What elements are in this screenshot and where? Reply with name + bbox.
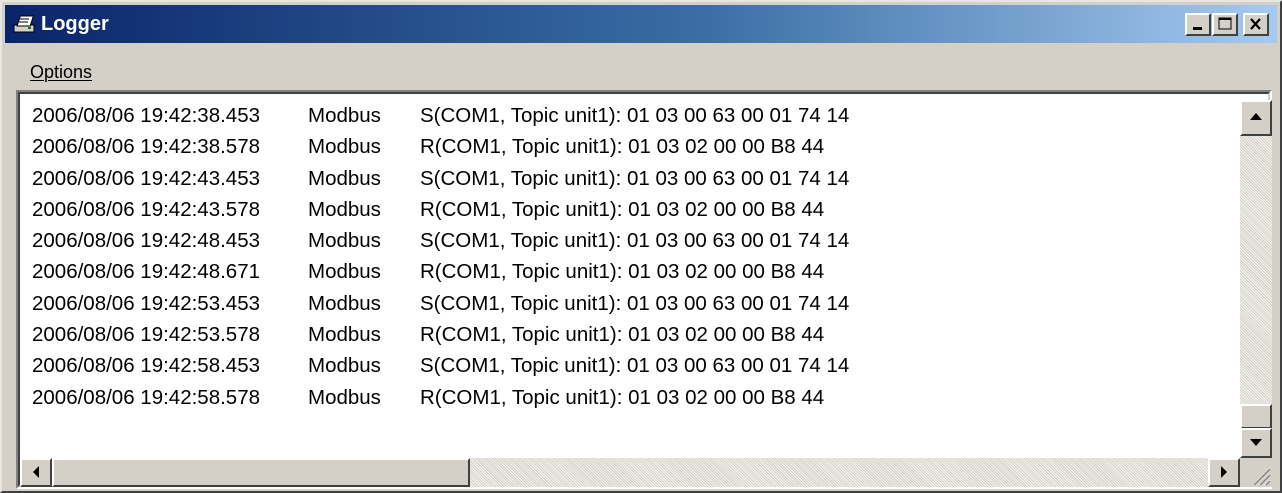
close-button[interactable] (1243, 13, 1269, 36)
log-list: 2006/08/06 19:42:38.453 Modbus S(COM1, Top… (32, 100, 1232, 413)
log-source: Modbus (308, 260, 381, 284)
log-row[interactable]: 2006/08/06 19:42:38.453 Modbus S(COM1, Top… (32, 100, 1232, 131)
vertical-scroll-thumb[interactable] (1240, 404, 1272, 429)
minimize-button[interactable] (1185, 13, 1211, 36)
log-row[interactable]: 2006/08/06 19:42:38.578 Modbus R(COM1, Top… (32, 131, 1232, 162)
log-source: Modbus (308, 323, 381, 347)
log-message: S(COM1, Topic unit1): 01 03 00 63 00 01 … (420, 166, 850, 190)
log-row[interactable]: 2006/08/06 19:42:58.578 Modbus R(COM1, Top… (32, 382, 1232, 413)
log-source: Modbus (308, 197, 381, 221)
log-message: S(COM1, Topic unit1): 01 03 00 63 00 01 … (420, 291, 850, 315)
arrow-down-icon (1250, 439, 1262, 446)
log-source: Modbus (308, 135, 381, 159)
log-source: Modbus (308, 166, 381, 190)
log-source: Modbus (308, 291, 381, 315)
log-message: S(COM1, Topic unit1): 01 03 00 63 00 01 … (420, 354, 850, 378)
logger-app-icon[interactable] (13, 14, 35, 34)
resize-grip[interactable] (1240, 458, 1272, 487)
log-source: Modbus (308, 104, 381, 127)
window-title: Logger (41, 13, 109, 35)
scroll-down-button[interactable] (1240, 428, 1272, 458)
log-row[interactable]: 2006/08/06 19:42:53.453 Modbus S(COM1, Top… (32, 288, 1232, 319)
maximize-button[interactable] (1212, 13, 1238, 36)
log-message: R(COM1, Topic unit1): 01 03 02 00 00 B8 … (420, 260, 825, 284)
horizontal-scroll-thumb[interactable] (52, 458, 470, 487)
log-timestamp: 2006/08/06 19:42:48.671 (32, 260, 260, 284)
scroll-up-button[interactable] (1240, 100, 1272, 136)
arrow-up-icon (1250, 113, 1262, 120)
menu-bar: Options (5, 56, 1277, 86)
log-message: R(COM1, Topic unit1): 01 03 02 00 00 B8 … (420, 197, 825, 221)
scroll-right-button[interactable] (1208, 458, 1240, 487)
log-source: Modbus (308, 385, 381, 409)
arrow-left-icon (33, 466, 39, 478)
log-row[interactable]: 2006/08/06 19:42:43.578 Modbus R(COM1, Top… (32, 194, 1232, 225)
log-timestamp: 2006/08/06 19:42:58.578 (32, 385, 260, 409)
log-timestamp: 2006/08/06 19:42:38.453 (32, 104, 260, 127)
log-message: R(COM1, Topic unit1): 01 03 02 00 00 B8 … (420, 323, 825, 347)
log-timestamp: 2006/08/06 19:42:43.453 (32, 166, 260, 190)
log-message: S(COM1, Topic unit1): 01 03 00 63 00 01 … (420, 229, 850, 253)
log-timestamp: 2006/08/06 19:42:53.578 (32, 323, 260, 347)
log-source: Modbus (308, 354, 381, 378)
log-row[interactable]: 2006/08/06 19:42:43.453 Modbus S(COM1, Top… (32, 163, 1232, 194)
minimize-icon (1193, 27, 1202, 30)
resize-grip-icon (1252, 467, 1271, 486)
log-row[interactable]: 2006/08/06 19:42:53.578 Modbus R(COM1, Top… (32, 319, 1232, 350)
scroll-left-button[interactable] (20, 458, 52, 487)
log-timestamp: 2006/08/06 19:42:53.453 (32, 291, 260, 315)
menu-options[interactable]: Options (30, 61, 92, 83)
log-source: Modbus (308, 229, 381, 253)
log-row[interactable]: 2006/08/06 19:42:58.453 Modbus S(COM1, Top… (32, 350, 1232, 381)
log-timestamp: 2006/08/06 19:42:48.453 (32, 229, 260, 253)
log-message: R(COM1, Topic unit1): 01 03 02 00 00 B8 … (420, 135, 825, 159)
logger-window: Logger Options 2006/08/06 19:42:38.453 Mo… (0, 0, 1282, 493)
arrow-right-icon (1221, 466, 1227, 478)
close-icon (1250, 18, 1261, 30)
log-row[interactable]: 2006/08/06 19:42:48.671 Modbus R(COM1, Top… (32, 256, 1232, 287)
log-message: R(COM1, Topic unit1): 01 03 02 00 00 B8 … (420, 385, 825, 409)
log-timestamp: 2006/08/06 19:42:38.578 (32, 135, 260, 159)
title-bar[interactable]: Logger (5, 5, 1277, 43)
log-timestamp: 2006/08/06 19:42:58.453 (32, 354, 260, 378)
log-message: S(COM1, Topic unit1): 01 03 00 63 00 01 … (420, 104, 850, 127)
maximize-icon (1218, 17, 1232, 30)
log-row[interactable]: 2006/08/06 19:42:48.453 Modbus S(COM1, Top… (32, 225, 1232, 256)
log-timestamp: 2006/08/06 19:42:43.578 (32, 197, 260, 221)
log-panel[interactable]: 2006/08/06 19:42:38.453 Modbus S(COM1, Top… (16, 90, 1272, 489)
